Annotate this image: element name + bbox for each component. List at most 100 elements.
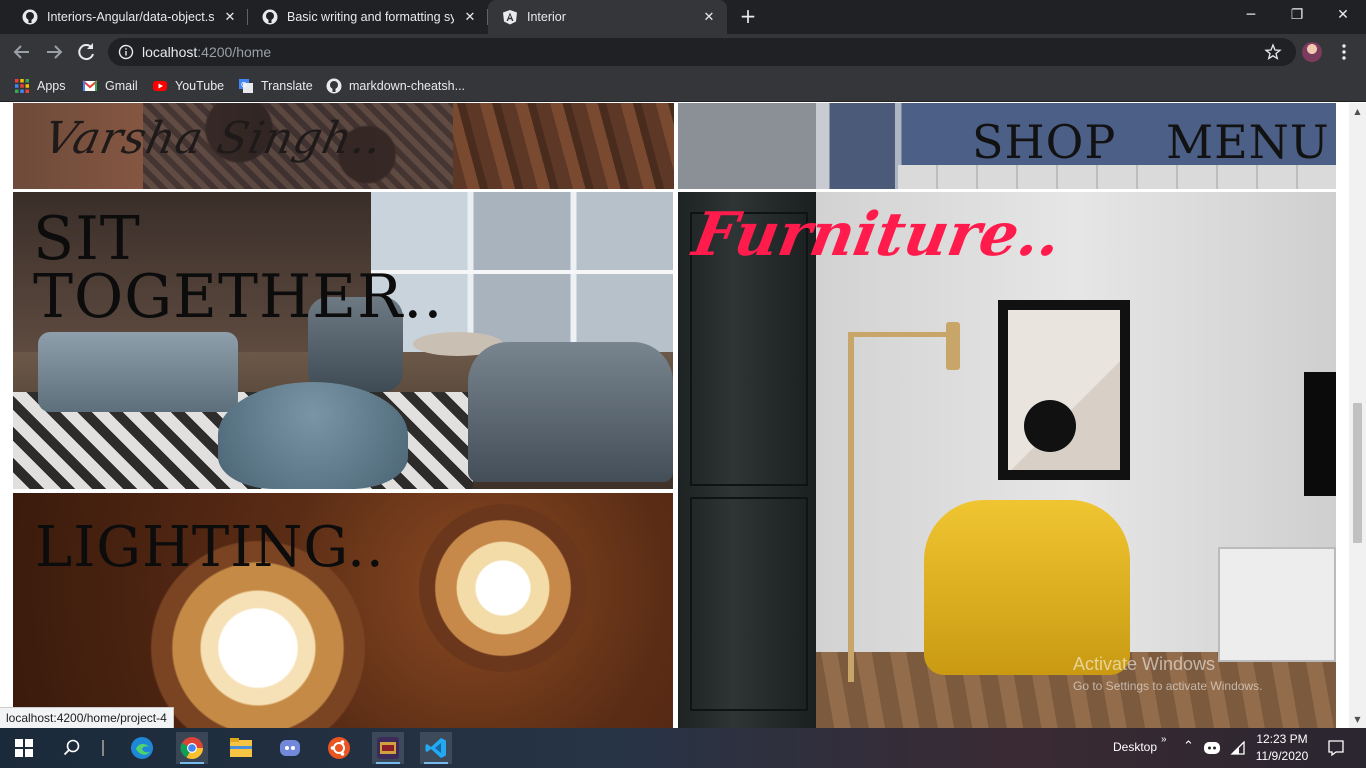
tray-network[interactable] (1226, 732, 1250, 764)
taskbar-game-app[interactable] (372, 732, 404, 764)
tab-interior[interactable]: Interior ✕ (488, 0, 727, 34)
header-banner-left: Varsha Singh.. (13, 103, 674, 189)
floor-lamp (848, 332, 854, 682)
activate-windows-watermark: Activate Windows Go to Settings to activ… (1073, 654, 1262, 693)
tab-interiors-angular[interactable]: Interiors-Angular/data-object.ser ✕ (8, 0, 248, 34)
scroll-down-icon[interactable]: ▼ (1349, 711, 1366, 728)
bookmark-translate[interactable]: G Translate (238, 76, 313, 96)
taskbar-edge[interactable] (126, 732, 158, 764)
side-cabinet (1218, 547, 1336, 662)
bookmark-youtube[interactable]: YouTube (152, 76, 224, 96)
profile-avatar[interactable] (1302, 42, 1322, 62)
taskbar-vscode[interactable] (420, 732, 452, 764)
bookmark-markdown-cheatsheet[interactable]: markdown-cheatsh... (326, 76, 465, 96)
wifi-icon (1230, 741, 1245, 755)
more-options-icon[interactable] (1334, 42, 1354, 62)
bookmark-label: markdown-cheatsh... (349, 79, 466, 93)
project-card-furniture[interactable]: Furniture.. Activate Windows Go to Setti… (678, 192, 1336, 728)
heading-line: SIT (33, 204, 141, 274)
armchair-front (468, 342, 673, 482)
wood-floor-texture (453, 103, 674, 189)
forward-arrow-icon[interactable] (42, 40, 66, 64)
floor-lamp-arm (848, 332, 948, 337)
bookmark-apps[interactable]: Apps (14, 76, 66, 96)
action-center-button[interactable] (1320, 732, 1352, 764)
section-heading-lighting: LIGHTING.. (35, 515, 385, 580)
close-icon[interactable]: ✕ (701, 9, 717, 25)
close-icon[interactable]: ✕ (222, 9, 238, 25)
tray-discord[interactable] (1200, 732, 1224, 764)
discord-icon (1204, 742, 1220, 754)
art-circle (1024, 400, 1076, 452)
close-window-button[interactable]: ✕ (1320, 0, 1366, 30)
angular-icon (503, 10, 517, 25)
bookmark-label: Gmail (105, 79, 138, 93)
project-card-sit-together[interactable]: SIT TOGETHER.. (13, 192, 673, 489)
active-indicator (424, 762, 448, 764)
watermark-subtitle: Go to Settings to activate Windows. (1073, 679, 1263, 693)
minimize-button[interactable]: ─ (1228, 0, 1274, 30)
address-bar[interactable]: localhost:4200/home (108, 38, 1296, 66)
scroll-up-icon[interactable]: ▲ (1349, 103, 1366, 120)
nav-shop-link[interactable]: SHOP (972, 115, 1116, 169)
task-view-divider (102, 740, 104, 756)
active-indicator (376, 762, 400, 764)
taskbar-ubuntu[interactable] (323, 732, 355, 764)
start-button[interactable] (8, 732, 40, 764)
light-fixture (408, 493, 598, 683)
reload-icon[interactable] (74, 40, 98, 64)
system-clock[interactable]: 12:23 PM 11/9/2020 (1252, 731, 1312, 765)
dark-door (678, 192, 816, 728)
status-bar-link-preview: localhost:4200/home/project-4 (0, 707, 174, 728)
page-viewport: Varsha Singh.. SHOP MENU SIT TOGETHER.. … (0, 103, 1366, 728)
tab-label: Basic writing and formatting synt (287, 10, 454, 24)
youtube-icon (153, 81, 167, 91)
tray-overflow-icon[interactable]: ⌃ (1183, 738, 1194, 754)
discord-icon (280, 740, 300, 756)
tab-basic-writing[interactable]: Basic writing and formatting synt ✕ (248, 0, 488, 34)
restore-button[interactable]: ❐ (1274, 0, 1320, 30)
nav-menu-link[interactable]: MENU (1166, 115, 1330, 169)
github-icon (326, 78, 342, 94)
close-icon[interactable]: ✕ (462, 9, 478, 25)
chrome-icon (180, 737, 203, 759)
taskbar-chrome[interactable] (176, 732, 208, 764)
notification-icon (1328, 740, 1344, 757)
vscode-icon (425, 738, 446, 758)
folder-icon (230, 738, 252, 757)
heading-line: TOGETHER.. (33, 262, 444, 332)
github-icon (262, 9, 278, 25)
header-banner-right: SHOP MENU (678, 103, 1336, 189)
taskbar-file-explorer[interactable] (225, 732, 257, 764)
wall-art-frame (998, 300, 1130, 480)
tab-label: Interiors-Angular/data-object.ser (47, 10, 214, 24)
svg-text:G: G (241, 81, 246, 89)
url-host: localhost (142, 44, 198, 60)
search-icon (63, 739, 80, 756)
desktop-toolbar-label[interactable]: Desktop (1113, 740, 1157, 754)
translate-icon: G (239, 79, 253, 93)
yellow-armchair (924, 500, 1130, 675)
tab-label: Interior (527, 10, 566, 24)
toolbar-expand-icon[interactable]: » (1161, 734, 1167, 745)
scrollbar-thumb[interactable] (1353, 403, 1362, 543)
new-tab-button[interactable]: + (737, 6, 759, 28)
bookmark-gmail[interactable]: Gmail (82, 76, 138, 96)
info-icon[interactable] (118, 44, 134, 60)
url-text: localhost:4200/home (142, 44, 271, 60)
watermark-title: Activate Windows (1073, 654, 1216, 674)
game-app-icon (377, 737, 399, 759)
back-arrow-icon[interactable] (10, 40, 34, 64)
bookmark-star-icon[interactable] (1264, 43, 1282, 61)
project-card-lighting[interactable]: LIGHTING.. (13, 493, 673, 728)
page-scrollbar[interactable]: ▲ ▼ (1349, 103, 1366, 728)
search-button[interactable] (56, 732, 88, 764)
edge-icon (131, 737, 153, 759)
github-icon (22, 9, 38, 25)
brand-signature[interactable]: Varsha Singh.. (40, 113, 388, 164)
windows-logo-icon (15, 739, 33, 757)
browser-tab-strip: Interiors-Angular/data-object.ser ✕ Basi… (0, 0, 1366, 34)
taskbar-discord[interactable] (274, 732, 306, 764)
wall-art (1008, 310, 1120, 470)
bookmark-label: YouTube (175, 79, 225, 93)
